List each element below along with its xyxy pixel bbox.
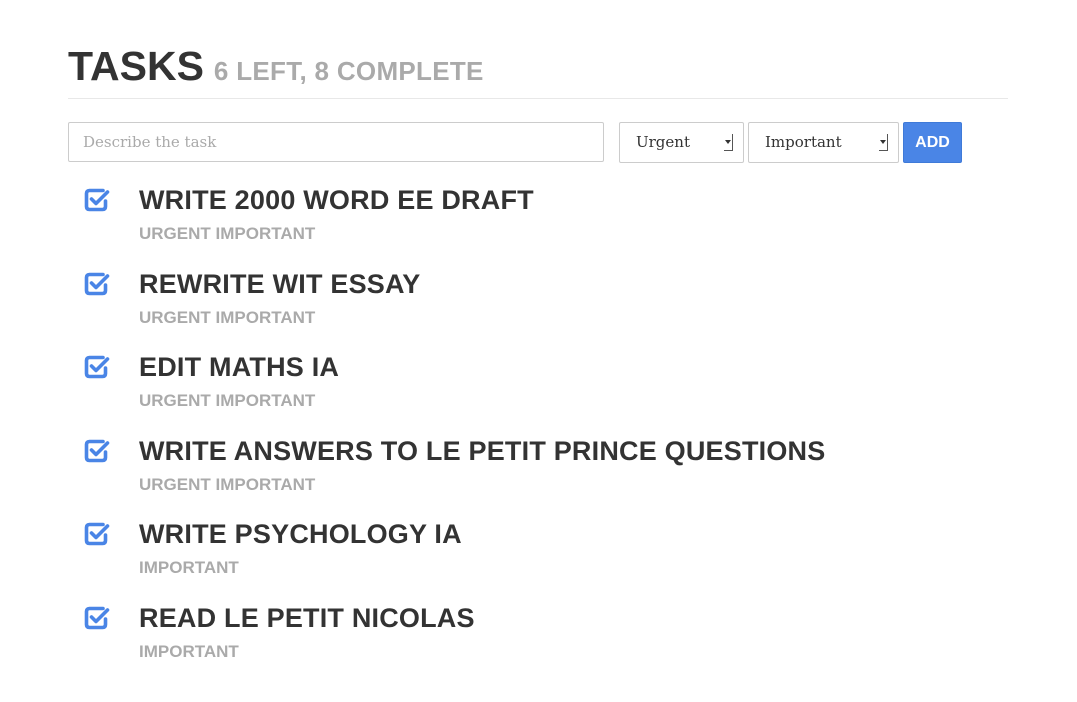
task-name: READ LE PETIT NICOLAS bbox=[139, 602, 475, 633]
task-item: WRITE 2000 WORD EE DRAFT URGENT IMPORTAN… bbox=[68, 182, 1008, 266]
checkbox-checked-icon[interactable] bbox=[82, 604, 110, 632]
task-name: WRITE ANSWERS TO LE PETIT PRINCE QUESTIO… bbox=[139, 435, 826, 466]
page-header: TASKS 6 LEFT, 8 COMPLETE bbox=[68, 0, 1008, 99]
add-task-form: Urgent Important ADD bbox=[68, 122, 1008, 164]
task-item: WRITE ANSWERS TO LE PETIT PRINCE QUESTIO… bbox=[68, 433, 1008, 517]
task-item: WRITE PSYCHOLOGY IA IMPORTANT bbox=[68, 516, 1008, 600]
task-stats: 6 LEFT, 8 COMPLETE bbox=[213, 56, 484, 86]
task-tags: URGENT IMPORTANT bbox=[139, 224, 316, 243]
tasks-app: TASKS 6 LEFT, 8 COMPLETE Urgent Important… bbox=[68, 0, 1008, 661]
dropdown-arrow-icon bbox=[879, 134, 888, 151]
task-description-input[interactable] bbox=[68, 122, 604, 162]
task-tags: URGENT IMPORTANT bbox=[139, 307, 316, 327]
checkbox-checked-icon[interactable] bbox=[82, 270, 110, 298]
checkbox-checked-icon[interactable] bbox=[82, 353, 110, 381]
checkbox-checked-icon[interactable] bbox=[82, 520, 110, 548]
task-tags: URGENT IMPORTANT bbox=[139, 474, 316, 494]
dropdown-arrow-icon bbox=[724, 134, 733, 151]
task-list: WRITE 2000 WORD EE DRAFT URGENT IMPORTAN… bbox=[68, 182, 1008, 684]
task-tags: URGENT IMPORTANT bbox=[139, 391, 316, 411]
task-tags: IMPORTANT bbox=[139, 558, 239, 578]
task-name: WRITE 2000 WORD EE DRAFT bbox=[139, 185, 534, 215]
urgency-select[interactable]: Urgent bbox=[619, 122, 744, 163]
task-tags: IMPORTANT bbox=[139, 641, 239, 661]
task-name: REWRITE WIT ESSAY bbox=[139, 268, 421, 299]
importance-select-value: Important bbox=[765, 133, 842, 151]
task-item: READ LE PETIT NICOLAS IMPORTANT bbox=[68, 600, 1008, 684]
importance-select[interactable]: Important bbox=[748, 122, 899, 163]
title-text: TASKS bbox=[68, 43, 204, 89]
task-item: REWRITE WIT ESSAY URGENT IMPORTANT bbox=[68, 266, 1008, 350]
add-task-button[interactable]: ADD bbox=[903, 122, 962, 163]
task-item: EDIT MATHS IA URGENT IMPORTANT bbox=[68, 349, 1008, 433]
task-name: EDIT MATHS IA bbox=[139, 352, 340, 383]
urgency-select-value: Urgent bbox=[636, 133, 690, 151]
task-name: WRITE PSYCHOLOGY IA bbox=[139, 519, 462, 550]
checkbox-checked-icon[interactable] bbox=[82, 437, 110, 465]
page-title: TASKS 6 LEFT, 8 COMPLETE bbox=[68, 42, 484, 95]
checkbox-checked-icon[interactable] bbox=[82, 186, 110, 214]
